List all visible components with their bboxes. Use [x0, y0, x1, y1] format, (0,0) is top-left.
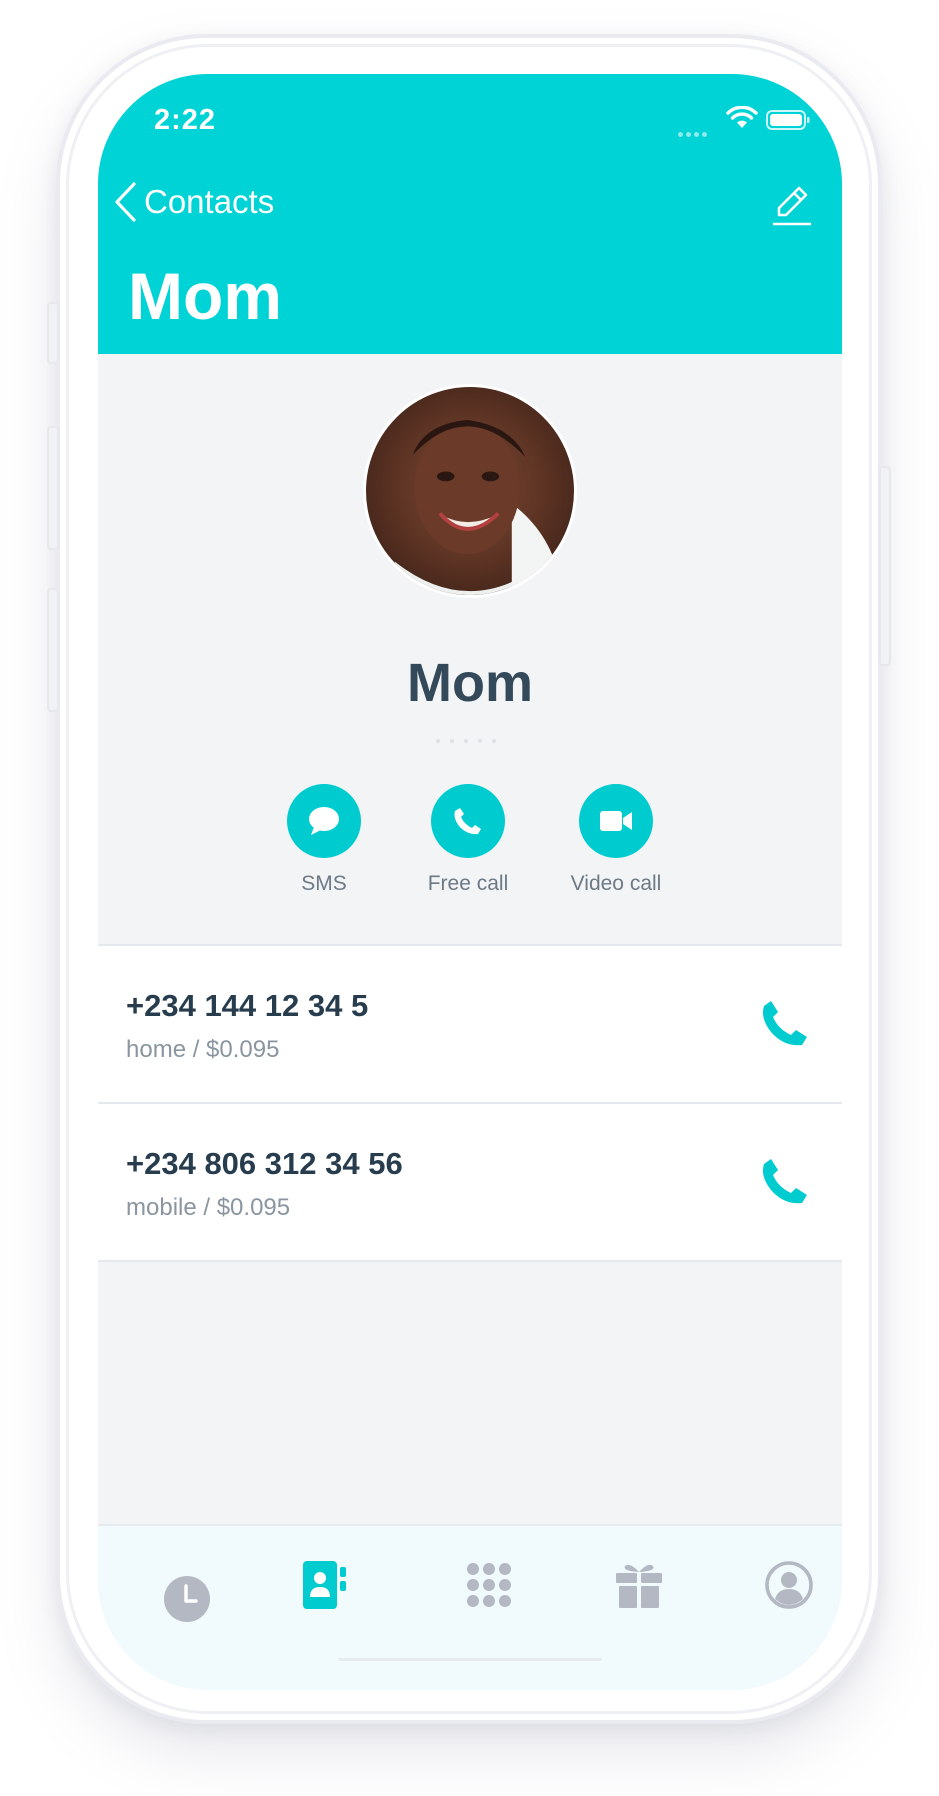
home-indicator — [338, 1658, 602, 1661]
edit-pencil-icon[interactable] — [770, 182, 814, 228]
contact-avatar — [363, 384, 577, 598]
sms-button[interactable]: SMS — [264, 784, 384, 896]
status-bar-time: 2:22 — [154, 104, 217, 136]
phone-type-rate: mobile / $0.095 — [126, 1194, 291, 1221]
phone-type-rate: home / $0.095 — [126, 1036, 280, 1063]
back-button-label: Contacts — [144, 183, 275, 220]
phone-number-list: +234 144 12 34 5 home / $0.095 +234 806 … — [98, 944, 842, 1262]
chat-bubble-icon — [309, 807, 339, 835]
phone-row-mobile[interactable]: +234 806 312 34 56 mobile / $0.095 — [98, 1104, 842, 1262]
back-to-contacts-button[interactable]: Contacts — [112, 180, 274, 224]
free-call-button[interactable]: Free call — [408, 784, 528, 896]
clock-icon — [164, 1576, 210, 1622]
free-call-label: Free call — [427, 872, 509, 895]
page-title: Mom — [128, 259, 282, 333]
phone-screen: 2:22 Contacts Mom Mom SMS Free call Vide… — [98, 74, 842, 1690]
tab-contacts[interactable] — [290, 1550, 360, 1620]
battery-icon — [766, 110, 810, 130]
call-phone-icon[interactable] — [758, 1154, 812, 1208]
tab-rewards[interactable] — [604, 1550, 674, 1620]
phone-mute-switch — [47, 302, 59, 364]
wifi-icon — [726, 106, 758, 128]
phone-row-home[interactable]: +234 144 12 34 5 home / $0.095 — [98, 946, 842, 1104]
video-call-icon-circle — [579, 784, 653, 858]
contact-name: Mom — [407, 653, 533, 713]
free-call-icon-circle — [431, 784, 505, 858]
user-circle-icon — [765, 1561, 813, 1609]
video-camera-icon — [600, 811, 632, 831]
contact-header: 2:22 Contacts Mom — [98, 74, 842, 354]
video-call-label: Video call — [570, 872, 662, 895]
gift-icon — [616, 1564, 662, 1608]
signal-strength-icon — [678, 124, 710, 142]
phone-volume-down-button — [47, 588, 59, 712]
tab-profile[interactable] — [754, 1550, 824, 1620]
contact-book-icon — [303, 1561, 346, 1609]
video-call-button[interactable]: Video call — [556, 784, 676, 896]
tab-bar — [98, 1524, 842, 1690]
phone-number: +234 144 12 34 5 — [126, 988, 369, 1023]
name-separator — [436, 730, 506, 748]
phone-icon — [454, 808, 481, 835]
phone-power-button — [879, 466, 891, 666]
phone-volume-up-button — [47, 426, 59, 550]
chevron-left-icon — [115, 182, 136, 222]
sms-label: SMS — [301, 872, 347, 895]
keypad-icon — [467, 1563, 511, 1607]
phone-number: +234 806 312 34 56 — [126, 1146, 403, 1181]
tab-recents[interactable] — [112, 1564, 262, 1634]
call-phone-icon[interactable] — [758, 996, 812, 1050]
sms-icon-circle — [287, 784, 361, 858]
tab-keypad[interactable] — [454, 1550, 524, 1620]
